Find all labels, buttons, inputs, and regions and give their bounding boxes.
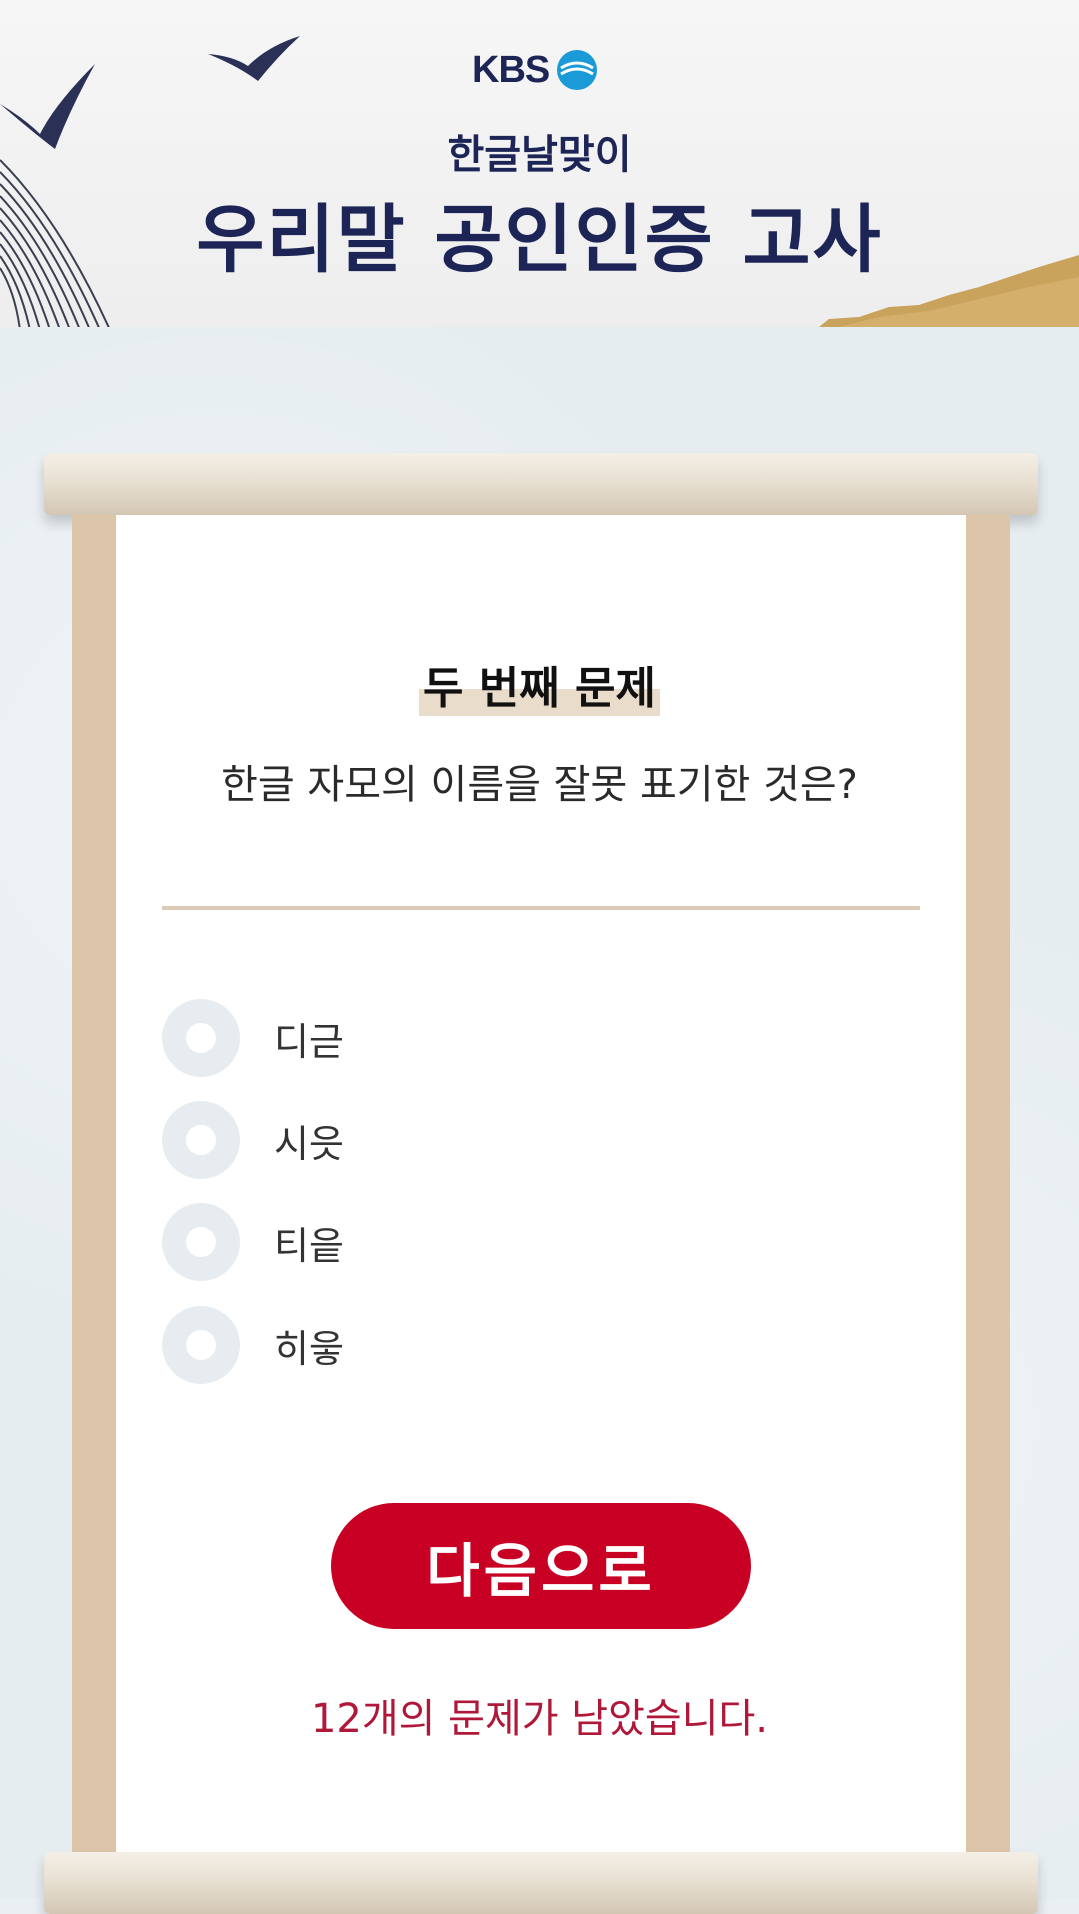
answer-option-label: 히읗 <box>274 1326 344 1371</box>
kbs-logo-mark-icon <box>557 50 598 90</box>
answer-option-label: 시읏 <box>274 1121 344 1166</box>
answer-option-label: 디귿 <box>274 1019 344 1064</box>
header-title: 우리말 공인인증 고사 <box>196 197 883 283</box>
scroll-rod-bottom <box>44 1852 1038 1914</box>
scroll-rod-top <box>44 453 1038 515</box>
kbs-logo-text: KBS <box>472 48 550 91</box>
answer-option-label: 티읕 <box>274 1223 344 1268</box>
answer-option[interactable]: 시읏 <box>162 1100 344 1180</box>
radio-button[interactable] <box>162 1203 240 1281</box>
answer-option[interactable]: 히읗 <box>162 1305 344 1385</box>
answer-option[interactable]: 티읕 <box>162 1202 344 1282</box>
question-label-wrap: 두 번째 문제 <box>0 652 1079 716</box>
bird-icon <box>208 36 300 81</box>
header-banner: KBS 한글날맞이 우리말 공인인증 고사 <box>0 0 1079 327</box>
radio-button[interactable] <box>162 999 240 1077</box>
question-number-label: 두 번째 문제 <box>418 652 661 716</box>
next-button-label: 다음으로 <box>426 1537 656 1605</box>
remaining-questions-text: 12개의 문제가 남았습니다. <box>310 1696 769 1742</box>
radio-button[interactable] <box>162 1306 240 1384</box>
kbs-logo: KBS <box>472 48 599 92</box>
radio-button[interactable] <box>162 1101 240 1179</box>
next-button[interactable]: 다음으로 <box>331 1503 751 1629</box>
question-divider <box>162 906 920 910</box>
answer-option[interactable]: 디귿 <box>162 998 344 1078</box>
header-subtitle: 한글날맞이 <box>447 132 632 178</box>
question-text: 한글 자모의 이름을 잘못 표기한 것은? <box>221 762 858 808</box>
